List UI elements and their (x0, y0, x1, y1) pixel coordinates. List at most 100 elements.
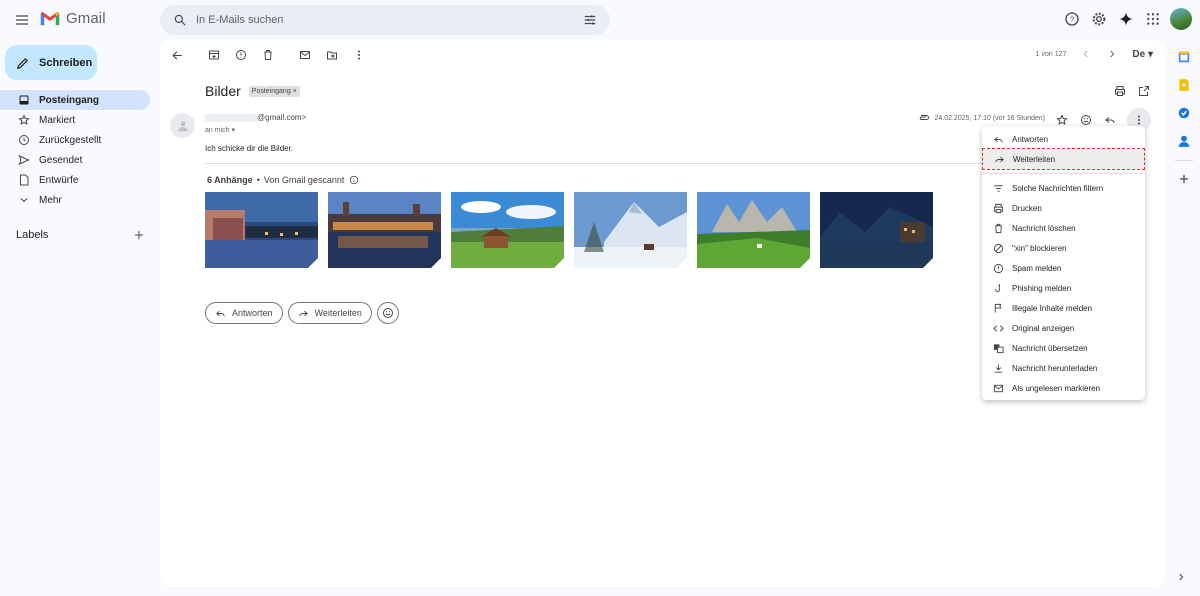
tasks-icon[interactable] (1168, 99, 1200, 127)
input-tools-button[interactable]: De ▾ (1132, 49, 1153, 60)
emoji-button[interactable] (376, 302, 399, 324)
city-river-night-image (205, 192, 318, 268)
pager-text: 1 von 127 (1035, 50, 1067, 58)
snow-mountain-image (574, 192, 687, 268)
more-vertical-icon[interactable] (352, 48, 366, 62)
block-icon (992, 242, 1004, 254)
mark-unread-icon[interactable] (298, 48, 312, 62)
dolomites-meadow-image (697, 192, 810, 268)
star-outline-icon[interactable] (1055, 113, 1069, 127)
attachment-thumbnail[interactable] (205, 192, 318, 268)
translate-icon (992, 342, 1004, 354)
attachment-thumbnail[interactable] (328, 192, 441, 268)
attachment-thumbnail[interactable] (820, 192, 933, 268)
attachment-thumbnail[interactable] (451, 192, 564, 268)
search-bar[interactable]: In E-Mails suchen (160, 5, 610, 35)
flag-icon (992, 302, 1004, 314)
account-avatar[interactable] (1170, 8, 1192, 30)
subject-row: Bilder Posteingang × (205, 83, 300, 99)
compose-label: Schreiben (39, 56, 93, 69)
sidebar-item-inbox[interactable]: Posteingang (0, 90, 150, 110)
sender-email[interactable]: @gmail.com> (205, 113, 306, 122)
chevron-right-icon[interactable] (1106, 48, 1118, 60)
menu-item-report-illegal[interactable]: Illegale Inhalte melden (982, 298, 1145, 318)
sender-avatar[interactable] (170, 113, 195, 138)
sidebar-item-drafts[interactable]: Entwürfe (0, 170, 150, 190)
sidebar-item-sent[interactable]: Gesendet (0, 150, 150, 170)
attachment-thumbnail[interactable] (574, 192, 687, 268)
menu-item-report-spam[interactable]: Spam melden (982, 258, 1145, 278)
delete-icon[interactable] (261, 48, 275, 62)
info-icon[interactable] (348, 174, 359, 185)
forward-button[interactable]: Weiterleiten (287, 302, 372, 324)
inbox-label-chip[interactable]: Posteingang × (248, 85, 300, 97)
reply-button[interactable]: Antworten (205, 302, 283, 324)
person-icon (177, 120, 188, 131)
hut-lake-image (451, 192, 564, 268)
message-options-menu: Antworten Weiterleiten Solche Nachrichte… (982, 126, 1145, 400)
menu-item-forward[interactable]: Weiterleiten (982, 148, 1145, 170)
help-icon[interactable]: ? (1062, 9, 1082, 29)
email-body: Ich schicke dir die Bilder. (205, 144, 294, 153)
main-menu-icon[interactable] (12, 10, 32, 30)
reply-icon (992, 133, 1004, 145)
labels-section: Labels (16, 228, 146, 242)
chevron-left-icon[interactable] (1080, 48, 1092, 60)
email-toolbar (170, 48, 366, 62)
calendar-icon[interactable] (1168, 43, 1200, 71)
menu-item-download[interactable]: Nachricht herunterladen (982, 358, 1145, 378)
menu-item-translate[interactable]: Nachricht übersetzen (982, 338, 1145, 358)
menu-item-show-original[interactable]: Original anzeigen (982, 318, 1145, 338)
menu-item-report-phishing[interactable]: Phishing melden (982, 278, 1145, 298)
divider (205, 163, 985, 164)
menu-item-block[interactable]: "xin" blockieren (982, 238, 1145, 258)
chevron-down-icon (18, 194, 30, 206)
add-label-icon[interactable] (132, 228, 146, 242)
phishing-icon (992, 282, 1004, 294)
attachment-thumbnail[interactable] (697, 192, 810, 268)
add-addon-icon[interactable] (1168, 165, 1200, 193)
print-all-icon[interactable] (1113, 84, 1127, 98)
sidebar-item-starred[interactable]: Markiert (0, 110, 150, 130)
pager: 1 von 127 De ▾ (1036, 48, 1153, 60)
move-to-icon[interactable] (325, 48, 339, 62)
search-options-icon[interactable] (580, 10, 600, 30)
sidebar-item-more[interactable]: Mehr (0, 190, 150, 210)
attachment-thumbnails (205, 192, 933, 268)
download-icon (992, 362, 1004, 374)
compose-button[interactable]: Schreiben (5, 45, 97, 80)
menu-item-filter[interactable]: Solche Nachrichten filtern (982, 178, 1145, 198)
apps-grid-icon[interactable] (1143, 9, 1163, 29)
contacts-icon[interactable] (1168, 127, 1200, 155)
back-arrow-icon[interactable] (170, 48, 184, 62)
search-icon[interactable] (170, 10, 190, 30)
gmail-logo[interactable]: Gmail (40, 10, 106, 27)
recipient-details[interactable]: an mich ▾ (205, 126, 235, 134)
menu-item-mark-unread[interactable]: Als ungelesen markieren (982, 378, 1145, 398)
paperclip-icon (918, 113, 930, 123)
inbox-icon (18, 94, 30, 106)
menu-item-print[interactable]: Drucken (982, 198, 1145, 218)
top-right-actions: ? (1062, 8, 1192, 30)
menu-item-reply[interactable]: Antworten (982, 129, 1145, 149)
search-input[interactable]: In E-Mails suchen (196, 14, 580, 26)
keep-icon[interactable] (1168, 71, 1200, 99)
gemini-sparkle-icon[interactable] (1116, 9, 1136, 29)
emoji-reaction-icon[interactable] (1079, 113, 1093, 127)
print-icon (992, 202, 1004, 214)
archive-icon[interactable] (207, 48, 221, 62)
scanned-text: Von Gmail gescannt (263, 174, 345, 185)
lake-village-dusk-image (820, 192, 933, 268)
expand-side-panel-icon[interactable] (1174, 570, 1188, 584)
sidebar-item-snoozed[interactable]: Zurückgestellt (0, 130, 150, 150)
code-icon (992, 322, 1004, 334)
report-icon (992, 262, 1004, 274)
side-panel (1168, 40, 1200, 193)
reply-icon[interactable] (1103, 113, 1117, 127)
report-spam-icon[interactable] (234, 48, 248, 62)
open-new-window-icon[interactable] (1137, 84, 1151, 98)
subject-actions (1113, 84, 1151, 98)
app-name: Gmail (66, 10, 106, 27)
settings-gear-icon[interactable] (1089, 9, 1109, 29)
menu-item-delete[interactable]: Nachricht löschen (982, 218, 1145, 238)
